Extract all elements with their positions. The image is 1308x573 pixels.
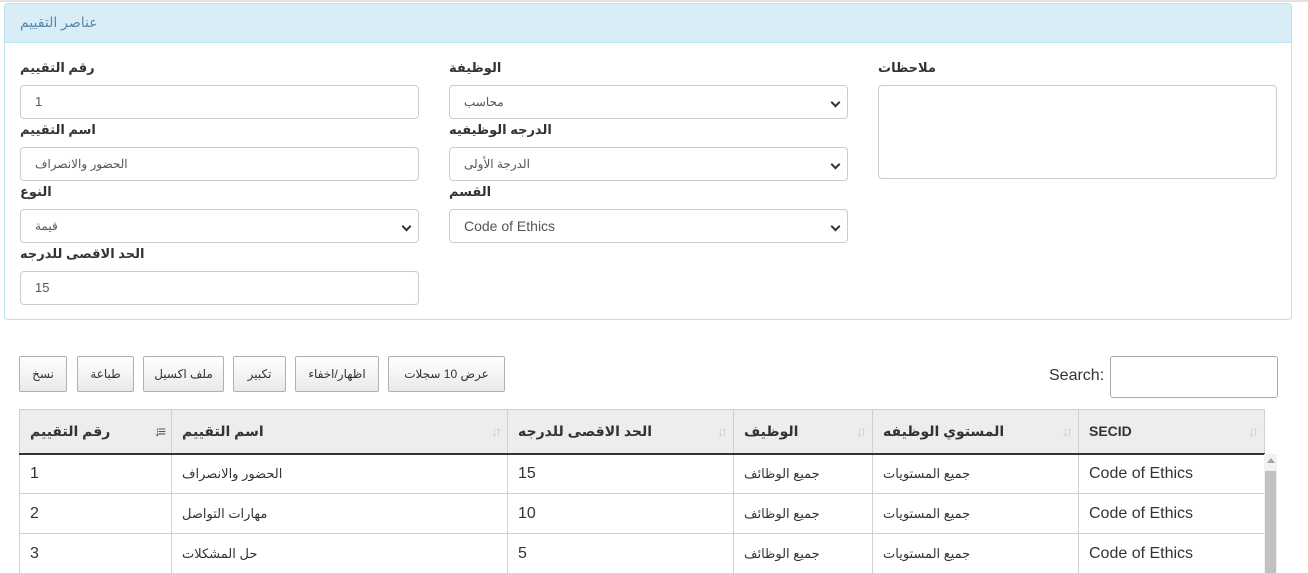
top-border (0, 0, 1308, 2)
eval-name-input[interactable]: الحضور والانصراف (20, 147, 419, 181)
cell-eval-name: مهارات التواصل (171, 493, 508, 534)
notes-label: ملاحظات (878, 60, 936, 75)
max-grade-input[interactable]: 15 (20, 271, 419, 305)
cell-max-grade: 5 (507, 533, 734, 573)
job-select[interactable]: محاسب (449, 85, 848, 119)
scrollbar-thumb[interactable] (1265, 471, 1276, 573)
type-select[interactable]: قيمة (20, 209, 419, 243)
cell-job-level: جميع المستويات (872, 533, 1079, 573)
search-input[interactable] (1110, 356, 1278, 398)
scroll-up-icon[interactable] (1267, 458, 1275, 463)
column-header-label: الوظيف (744, 422, 799, 439)
chevron-down-icon (830, 159, 841, 170)
column-header-eval-number[interactable]: رقم التقييم ↓≡ (19, 409, 172, 455)
cell-secid: Code of Ethics (1078, 493, 1265, 534)
cell-eval-name: حل المشكلات (171, 533, 508, 573)
job-grade-select[interactable]: الدرجة الأولى (449, 147, 848, 181)
cell-eval-number: 1 (19, 453, 172, 494)
chevron-down-icon (401, 221, 412, 232)
job-grade-select-value: الدرجة الأولى (464, 157, 530, 171)
job-label: الوظيفة (449, 60, 502, 75)
evaluations-table: رقم التقييم ↓≡ اسم التقييم ↓↑ الحد الاقص… (19, 409, 1265, 573)
excel-button[interactable]: ملف اكسيل (143, 356, 224, 392)
cell-job-level: جميع المستويات (872, 453, 1079, 494)
column-header-label: رقم التقييم (30, 422, 111, 439)
cell-max-grade: 10 (507, 493, 734, 534)
zoom-button[interactable]: تكبير (233, 356, 286, 392)
column-header-label: الحد الاقصى للدرجه (518, 422, 653, 439)
cell-secid: Code of Ethics (1078, 533, 1265, 573)
eval-name-label: اسم التقييم (20, 122, 96, 137)
cell-job: جميع الوظائف (733, 453, 873, 494)
show-records-button[interactable]: عرض 10 سجلات (388, 356, 505, 392)
max-grade-label: الحد الاقصى للدرجه (20, 246, 145, 261)
search-label: Search: (1049, 367, 1105, 384)
eval-number-label: رقم التقييم (20, 60, 95, 75)
column-header-job-level[interactable]: المستوي الوظيفه ↓↑ (872, 409, 1079, 455)
column-header-label: اسم التقييم (182, 422, 264, 439)
cell-eval-name: الحضور والانصراف (171, 453, 508, 494)
table-scrollbar[interactable] (1264, 454, 1277, 573)
column-header-job[interactable]: الوظيف ↓↑ (733, 409, 873, 455)
sort-arrows-icon: ↓↑ (1062, 423, 1073, 439)
sort-arrows-icon: ↓↑ (491, 423, 502, 439)
section-select-value: Code of Ethics (464, 218, 556, 234)
cell-eval-number: 2 (19, 493, 172, 534)
column-header-secid[interactable]: SECID ↓↑ (1078, 409, 1265, 455)
table-row[interactable]: 3 حل المشكلات 5 جميع الوظائف جميع المستو… (19, 533, 1265, 573)
notes-textarea[interactable] (878, 85, 1277, 179)
table-row[interactable]: 2 مهارات التواصل 10 جميع الوظائف جميع ال… (19, 493, 1265, 534)
column-header-eval-name[interactable]: اسم التقييم ↓↑ (171, 409, 508, 455)
sort-arrows-icon: ↓↑ (717, 423, 728, 439)
type-select-value: قيمة (35, 219, 58, 233)
print-button[interactable]: طباعة (77, 356, 134, 392)
cell-job-level: جميع المستويات (872, 493, 1079, 534)
column-header-label: المستوي الوظيفه (883, 422, 1005, 439)
table-row[interactable]: 1 الحضور والانصراف 15 جميع الوظائف جميع … (19, 453, 1265, 494)
job-select-value: محاسب (464, 95, 504, 109)
evaluations-table-container: رقم التقييم ↓≡ اسم التقييم ↓↑ الحد الاقص… (19, 409, 1277, 573)
section-select[interactable]: Code of Ethics (449, 209, 848, 243)
type-label: النوع (20, 184, 52, 199)
show-hide-button[interactable]: اظهار/اخفاء (295, 356, 379, 392)
table-header-row: رقم التقييم ↓≡ اسم التقييم ↓↑ الحد الاقص… (19, 409, 1265, 455)
panel-title: عناصر التقييم (5, 4, 1291, 43)
cell-job: جميع الوظائف (733, 493, 873, 534)
cell-eval-number: 3 (19, 533, 172, 573)
chevron-down-icon (830, 221, 841, 232)
cell-secid: Code of Ethics (1078, 453, 1265, 494)
job-grade-label: الدرجه الوظيفيه (449, 122, 552, 137)
copy-button[interactable]: نسخ (19, 356, 67, 392)
section-label: القسم (449, 184, 492, 199)
sort-arrows-icon: ↓↑ (856, 423, 867, 439)
sort-asc-icon: ↓≡ (153, 423, 166, 439)
eval-number-input[interactable]: 1 (20, 85, 419, 119)
column-header-max-grade[interactable]: الحد الاقصى للدرجه ↓↑ (507, 409, 734, 455)
cell-job: جميع الوظائف (733, 533, 873, 573)
sort-arrows-icon: ↓↑ (1248, 423, 1259, 439)
column-header-label: SECID (1089, 423, 1132, 440)
cell-max-grade: 15 (507, 453, 734, 494)
chevron-down-icon (830, 97, 841, 108)
